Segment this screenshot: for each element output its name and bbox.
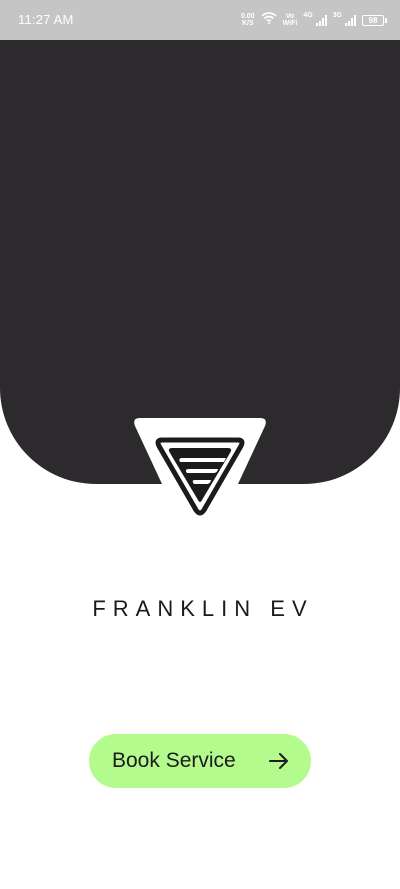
network-type-1: 4G: [303, 11, 313, 19]
status-icons: 0.00 K/S Vo WiFi 4G 3G 98: [241, 10, 387, 30]
signal-strength-1-icon: [315, 14, 327, 26]
network-type-2: 3G: [332, 11, 342, 19]
status-bar: 11:27 AM 0.00 K/S Vo WiFi 4G 3G 98: [0, 0, 400, 40]
net-speed-value: 0.00: [240, 13, 255, 20]
brand-name: FRANKLIN EV: [92, 596, 314, 621]
signal-strength-2-icon: [345, 14, 356, 26]
franklin-ev-logo-icon: [132, 418, 268, 518]
book-service-button[interactable]: Book Service: [89, 734, 311, 788]
net-speed: 0.00 K/S: [241, 13, 255, 27]
arrow-right-icon: [269, 752, 289, 770]
vowifi-top: Vo: [285, 13, 295, 20]
book-service-label: Book Service: [112, 749, 236, 772]
vowifi-label: Vo WiFi: [283, 13, 298, 27]
battery-level: 98: [368, 15, 378, 25]
battery-icon: 98: [362, 14, 387, 26]
status-time: 11:27 AM: [18, 12, 74, 27]
vowifi-bottom: WiFi: [282, 20, 298, 27]
wifi-icon: [261, 11, 277, 29]
net-speed-unit: K/S: [241, 20, 254, 27]
